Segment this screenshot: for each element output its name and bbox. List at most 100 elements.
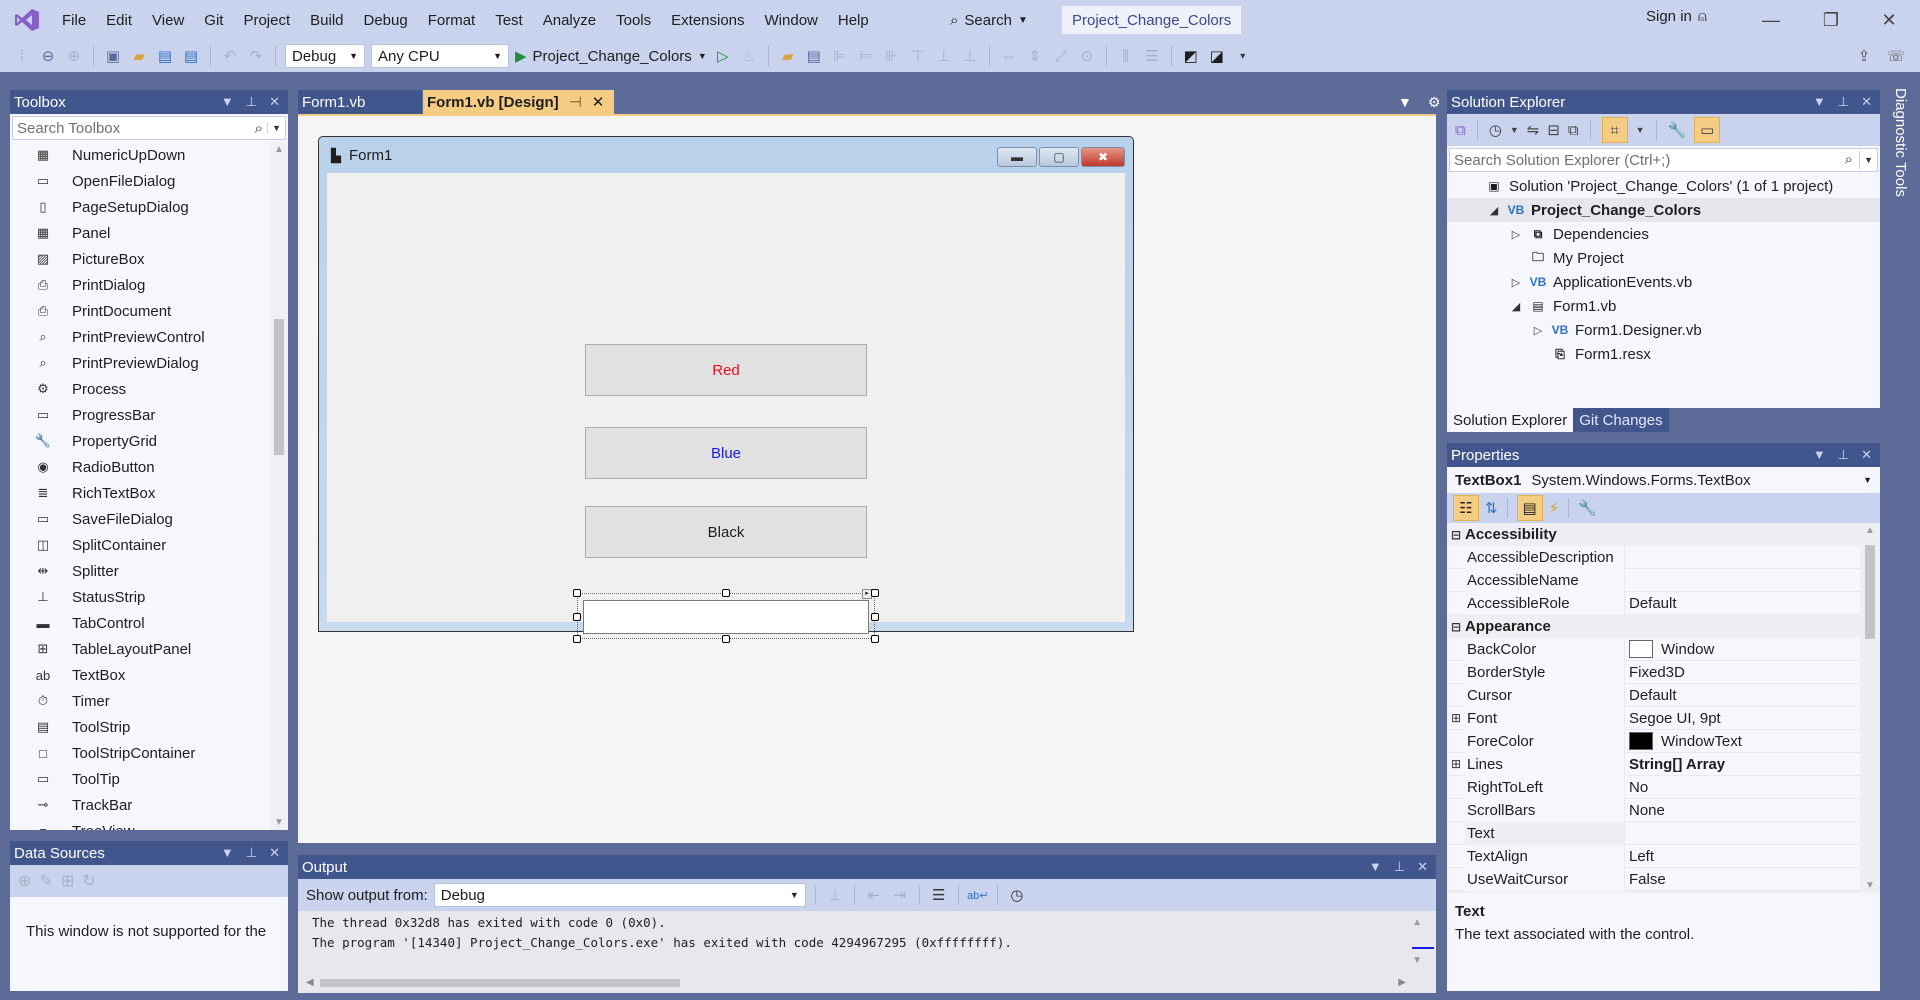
menu-tools[interactable]: Tools bbox=[606, 12, 661, 29]
collapse-arrow-icon[interactable]: ◢ bbox=[1509, 300, 1523, 313]
resize-handle[interactable] bbox=[871, 613, 879, 621]
close-icon[interactable]: ✕ bbox=[1861, 447, 1872, 463]
tab-form1-design[interactable]: Form1.vb [Design] ⊣ ✕ bbox=[423, 90, 614, 114]
settings-gear-icon[interactable]: ⚙ bbox=[1428, 94, 1441, 111]
expand-arrow-icon[interactable]: ▷ bbox=[1531, 324, 1545, 337]
pin-icon[interactable]: ⊥ bbox=[1838, 447, 1849, 463]
toolbox-item[interactable]: 🔧 PropertyGrid bbox=[10, 428, 268, 454]
scroll-right-icon[interactable]: ▶ bbox=[1398, 977, 1406, 988]
toolbox-item[interactable]: ▭ ToolTip bbox=[10, 766, 268, 792]
feedback-icon[interactable]: ☏ bbox=[1886, 46, 1906, 66]
show-hierarchy-icon[interactable]: ⌗ bbox=[1601, 117, 1628, 143]
resize-handle[interactable] bbox=[722, 635, 730, 643]
hot-reload-icon[interactable]: ♨ bbox=[739, 46, 759, 66]
expand-arrow-icon[interactable]: ▷ bbox=[1509, 276, 1523, 289]
toolbox-item[interactable]: ⎙ PrintDialog bbox=[10, 272, 268, 298]
property-value[interactable]: WindowText bbox=[1625, 732, 1742, 750]
toolbox-item[interactable]: ⇹ Splitter bbox=[10, 558, 268, 584]
show-all-files-icon[interactable]: ⧉ bbox=[1568, 122, 1579, 139]
resize-handle[interactable] bbox=[722, 589, 730, 597]
toolbox-item[interactable]: ⊸ TrackBar bbox=[10, 792, 268, 818]
make-same-height-icon[interactable]: ⇕ bbox=[1025, 46, 1045, 66]
property-grid-scrollbar[interactable]: ▲ ▼ bbox=[1860, 523, 1880, 893]
open-file-icon[interactable]: ▰ bbox=[129, 46, 149, 66]
menu-view[interactable]: View bbox=[142, 12, 194, 29]
toolbox-item[interactable]: ⌕ PrintPreviewDialog bbox=[10, 350, 268, 376]
layout-icon[interactable]: ▤ bbox=[804, 46, 824, 66]
window-position-dropdown-icon[interactable]: ▼ bbox=[1813, 447, 1826, 463]
collapse-minus-icon[interactable]: ⊟ bbox=[1447, 620, 1465, 634]
minimize-button[interactable]: — bbox=[1748, 6, 1794, 34]
preview-selected-items-icon[interactable]: ▭ bbox=[1694, 117, 1721, 143]
window-position-dropdown-icon[interactable]: ▼ bbox=[221, 845, 234, 861]
resize-handle[interactable] bbox=[871, 635, 879, 643]
property-row[interactable]: BorderStyle Fixed3D bbox=[1447, 660, 1860, 684]
property-value[interactable]: Segoe UI, 9pt bbox=[1625, 710, 1721, 727]
start-debugging-button[interactable]: ▶ Project_Change_Colors ▼ bbox=[515, 47, 707, 66]
property-row[interactable]: Cursor Default bbox=[1447, 683, 1860, 707]
property-row[interactable]: AccessibleDescription bbox=[1447, 545, 1860, 569]
new-project-icon[interactable]: ▣ bbox=[103, 46, 123, 66]
save-all-icon[interactable]: ▤ bbox=[181, 46, 201, 66]
close-tab-icon[interactable]: ✕ bbox=[592, 93, 605, 111]
toolbox-item[interactable]: ▦ Panel bbox=[10, 220, 268, 246]
scroll-up-icon[interactable]: ▲ bbox=[1865, 525, 1875, 536]
toolbox-item[interactable]: ⊥ StatusStrip bbox=[10, 584, 268, 610]
chevron-down-icon[interactable]: ▼ bbox=[267, 123, 285, 133]
events-lightning-icon[interactable]: ⚡ bbox=[1549, 499, 1560, 517]
previous-message-icon[interactable]: ⇤ bbox=[864, 885, 884, 905]
scroll-left-icon[interactable]: ◀ bbox=[306, 977, 314, 988]
pin-icon[interactable]: ⊥ bbox=[1838, 94, 1849, 110]
black-button[interactable]: Black bbox=[585, 506, 867, 558]
form1-client-area[interactable]: Red Blue Black ▸ bbox=[327, 173, 1125, 643]
window-position-dropdown-icon[interactable]: ▼ bbox=[1813, 94, 1826, 110]
toggle-word-wrap-icon[interactable]: ab↵ bbox=[967, 885, 988, 905]
scroll-up-icon[interactable]: ▲ bbox=[1412, 917, 1422, 928]
edit-dataset-icon[interactable]: ✎ bbox=[39, 871, 52, 891]
restore-button[interactable]: ❐ bbox=[1808, 6, 1854, 34]
property-row[interactable]: BackColor Window bbox=[1447, 637, 1860, 661]
scroll-up-icon[interactable]: ▲ bbox=[274, 144, 284, 155]
make-same-width-icon[interactable]: ⇔ bbox=[999, 46, 1019, 66]
tree-item[interactable]: ▷ VB Form1.Designer.vb bbox=[1447, 318, 1880, 342]
vertical-spacing-icon[interactable]: ☰ bbox=[1142, 46, 1162, 66]
textbox1[interactable] bbox=[583, 600, 869, 634]
refresh-icon[interactable]: ↻ bbox=[82, 871, 95, 891]
pending-changes-filter-icon[interactable]: ◷ bbox=[1489, 121, 1502, 139]
tree-item[interactable]: ◢ VB Project_Change_Colors bbox=[1447, 198, 1880, 222]
scroll-down-icon[interactable]: ▼ bbox=[1412, 955, 1422, 966]
close-icon[interactable]: ✕ bbox=[1417, 859, 1428, 875]
form1-designer-window[interactable]: ▙ Form1 ▬ ▢ ✖ Red Blue Black ▸ bbox=[318, 136, 1134, 643]
resize-handle[interactable] bbox=[573, 613, 581, 621]
property-row[interactable]: ForeColor WindowText bbox=[1447, 729, 1860, 753]
menu-extensions[interactable]: Extensions bbox=[661, 12, 754, 29]
close-icon[interactable]: ✕ bbox=[1861, 94, 1872, 110]
toolbox-scrollbar[interactable]: ▲ ▼ bbox=[270, 142, 288, 830]
properties-object-select[interactable]: TextBox1 System.Windows.Forms.TextBox ▼ bbox=[1447, 467, 1880, 493]
tab-solution-explorer[interactable]: Solution Explorer bbox=[1447, 408, 1574, 432]
property-value[interactable]: String[] Array bbox=[1625, 756, 1725, 773]
toolbox-item[interactable]: ab TextBox bbox=[10, 662, 268, 688]
tree-item[interactable]: ▣ Solution 'Project_Change_Colors' (1 of … bbox=[1447, 174, 1880, 198]
property-value[interactable]: None bbox=[1625, 802, 1665, 819]
add-new-data-source-icon[interactable]: ⊞ bbox=[61, 871, 74, 891]
menu-format[interactable]: Format bbox=[418, 12, 486, 29]
property-pages-wrench-icon[interactable]: 🔧 bbox=[1578, 499, 1597, 517]
toolbox-item[interactable]: ▤ ToolStrip bbox=[10, 714, 268, 740]
expand-plus-icon[interactable]: ⊞ bbox=[1447, 757, 1465, 771]
toolbox-item[interactable]: ≡ TreeView bbox=[10, 818, 268, 831]
chevron-down-icon[interactable]: ▼ bbox=[1859, 151, 1877, 169]
solution-platform-select[interactable]: Any CPU ▼ bbox=[371, 44, 509, 68]
tree-item[interactable]: ▷ ⧉ Dependencies bbox=[1447, 222, 1880, 246]
output-horizontal-scrollbar[interactable]: ◀ ▶ bbox=[306, 977, 1406, 989]
clear-all-icon[interactable]: ☰ bbox=[929, 885, 949, 905]
solution-explorer-search-input[interactable]: Search Solution Explorer (Ctrl+;) ⌕ ▼ bbox=[1449, 148, 1878, 172]
toolbox-item[interactable]: ⊞ TableLayoutPanel bbox=[10, 636, 268, 662]
toolbox-item[interactable]: ▦ NumericUpDown bbox=[10, 142, 268, 168]
property-row[interactable]: TextAlign Left bbox=[1447, 844, 1860, 868]
align-middles-icon[interactable]: ⊥ bbox=[934, 46, 954, 66]
toolbox-item[interactable]: ⚙ Process bbox=[10, 376, 268, 402]
chevron-down-icon[interactable]: ▼ bbox=[1636, 125, 1645, 135]
toolbox-item[interactable]: ⏱ Timer bbox=[10, 688, 268, 714]
scroll-down-icon[interactable]: ▼ bbox=[1865, 880, 1875, 891]
